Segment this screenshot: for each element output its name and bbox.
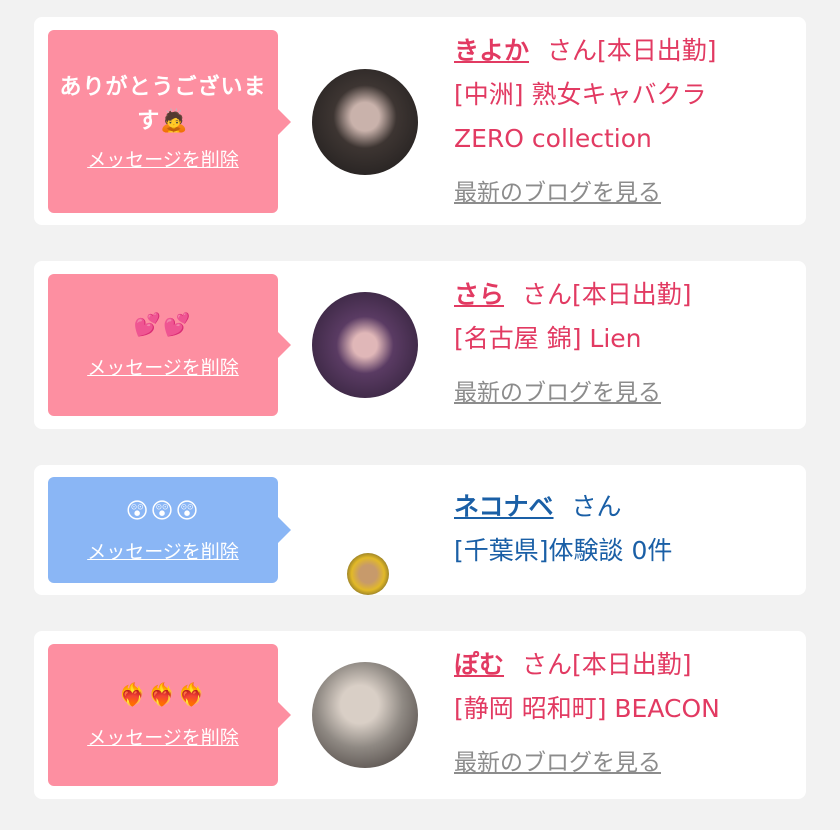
avatar[interactable] — [347, 553, 389, 595]
work-tag: [本日出勤] — [572, 280, 692, 309]
message-text: ありがとうございます🙇 — [59, 75, 267, 134]
honorific: さん — [522, 280, 573, 309]
shop-name-line2: ZERO collection — [454, 124, 652, 153]
work-tag: [本日出勤] — [597, 36, 717, 65]
delete-message-link[interactable]: メッセージを削除 — [87, 145, 239, 172]
sender-name-link[interactable]: ぽむ — [454, 650, 504, 679]
message-text: 💕💕 — [133, 312, 193, 338]
work-tag: [本日出勤] — [572, 650, 692, 679]
message-text: 😲😲😲 — [125, 498, 201, 524]
latest-blog-link[interactable]: 最新のブログを見る — [454, 371, 661, 415]
sender-info: ネコナベ さん [千葉県]体験談 0件 — [454, 485, 796, 573]
honorific: さん — [571, 492, 622, 521]
delete-message-link[interactable]: メッセージを削除 — [87, 723, 239, 750]
delete-message-link[interactable]: メッセージを削除 — [87, 353, 239, 380]
message-card: 💕💕 メッセージを削除 さら さん[本日出勤] [名古屋 錦] Lien 最新のブ… — [34, 261, 806, 429]
latest-blog-link[interactable]: 最新のブログを見る — [454, 741, 661, 785]
message-bubble: 💕💕 メッセージを削除 — [48, 274, 291, 416]
shop-name: [中洲] 熟女キャバクラ — [454, 80, 707, 109]
sender-info: さら さん[本日出勤] [名古屋 錦] Lien 最新のブログを見る — [454, 273, 796, 415]
honorific: さん — [547, 36, 598, 65]
sender-name-link[interactable]: きよか — [454, 36, 529, 65]
sender-info: ぽむ さん[本日出勤] [静岡 昭和町] BEACON 最新のブログを見る — [454, 643, 796, 785]
honorific: さん — [522, 650, 573, 679]
review-count: [千葉県]体験談 0件 — [454, 536, 673, 565]
delete-message-link[interactable]: メッセージを削除 — [87, 537, 239, 564]
message-card: 😲😲😲 メッセージを削除 ネコナベ さん [千葉県]体験談 0件 — [34, 465, 806, 595]
sender-name-link[interactable]: さら — [454, 280, 504, 309]
avatar[interactable] — [312, 69, 418, 175]
shop-name: [静岡 昭和町] BEACON — [454, 694, 720, 723]
sender-name-link[interactable]: ネコナベ — [454, 492, 554, 521]
avatar[interactable] — [312, 292, 418, 398]
avatar[interactable] — [312, 662, 418, 768]
message-bubble: ❤️‍🔥❤️‍🔥❤️‍🔥 メッセージを削除 — [48, 644, 291, 786]
shop-name: [名古屋 錦] Lien — [454, 324, 642, 353]
message-card: ❤️‍🔥❤️‍🔥❤️‍🔥 メッセージを削除 ぽむ さん[本日出勤] [静岡 昭和町… — [34, 631, 806, 799]
message-text: ❤️‍🔥❤️‍🔥❤️‍🔥 — [118, 682, 208, 708]
message-card: ありがとうございます🙇 メッセージを削除 きよか さん[本日出勤] [中洲] 熟女… — [34, 17, 806, 225]
message-bubble: 😲😲😲 メッセージを削除 — [48, 477, 291, 583]
latest-blog-link[interactable]: 最新のブログを見る — [454, 171, 661, 215]
message-bubble: ありがとうございます🙇 メッセージを削除 — [48, 30, 291, 213]
sender-info: きよか さん[本日出勤] [中洲] 熟女キャバクラ ZERO collection… — [454, 29, 796, 215]
